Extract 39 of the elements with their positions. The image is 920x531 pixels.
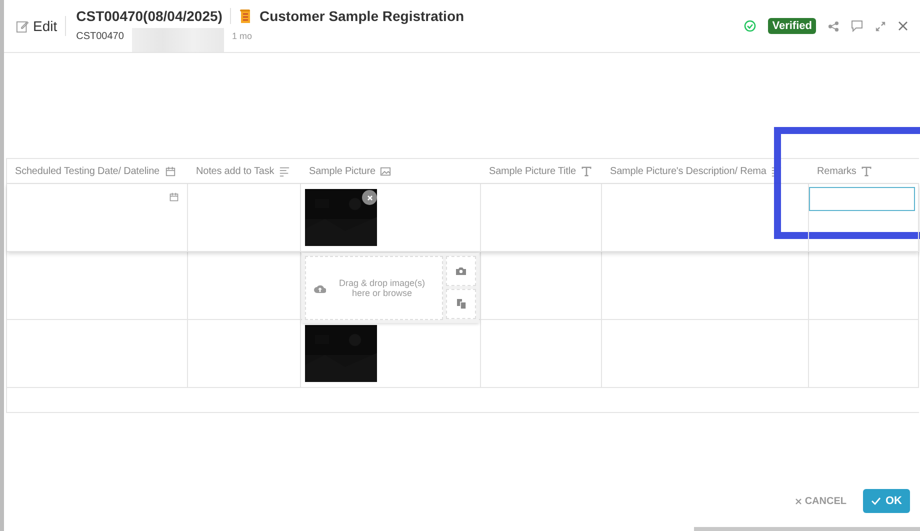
column-label: Notes add to Task	[196, 166, 274, 176]
column-label: Sample Picture	[309, 166, 376, 176]
text-type-icon	[580, 166, 592, 176]
check-circle-icon	[744, 20, 756, 32]
column-label: Sample Picture Title	[489, 166, 576, 176]
close-icon	[794, 498, 802, 504]
comment-icon[interactable]	[851, 20, 863, 32]
copy-icon	[456, 299, 466, 309]
status-badge: Verified	[768, 18, 816, 34]
table-row[interactable]	[7, 184, 919, 252]
table-row[interactable]: Drag & drop image(s) here or browse	[7, 252, 919, 320]
camera-icon	[456, 267, 466, 275]
record-code: CST00470	[76, 30, 124, 42]
drop-hint: Drag & drop image(s) here or browse	[338, 278, 426, 298]
column-label: Remarks	[817, 166, 856, 176]
age-label: 1 mo	[232, 31, 252, 41]
edit-button[interactable]: Edit	[16, 16, 66, 36]
scroll-icon	[239, 8, 252, 24]
record-title: CST00470(08/04/2025)	[76, 8, 232, 24]
calendar-icon	[164, 166, 176, 176]
drop-zone[interactable]: Drag & drop image(s) here or browse	[305, 256, 443, 320]
check-icon	[870, 497, 880, 505]
ok-button[interactable]: OK	[862, 489, 910, 513]
remarks-field[interactable]	[809, 187, 915, 211]
text-type-icon	[861, 166, 872, 176]
share-icon[interactable]	[828, 20, 839, 32]
calendar-icon[interactable]	[169, 192, 179, 202]
cloud-upload-icon	[314, 284, 326, 292]
column-label: Sample Picture's Description/ Rema	[610, 166, 766, 176]
expand-icon[interactable]	[875, 20, 886, 32]
paste-button[interactable]	[446, 289, 476, 319]
form-title: Customer Sample Registration	[259, 8, 464, 24]
image-icon	[380, 166, 392, 176]
close-icon[interactable]	[898, 21, 908, 31]
close-icon	[366, 194, 372, 200]
camera-button[interactable]	[446, 256, 476, 286]
column-label: Scheduled Testing Date/ Dateline	[15, 166, 160, 176]
edit-icon	[16, 20, 29, 32]
cancel-button[interactable]: CANCEL	[788, 494, 852, 508]
